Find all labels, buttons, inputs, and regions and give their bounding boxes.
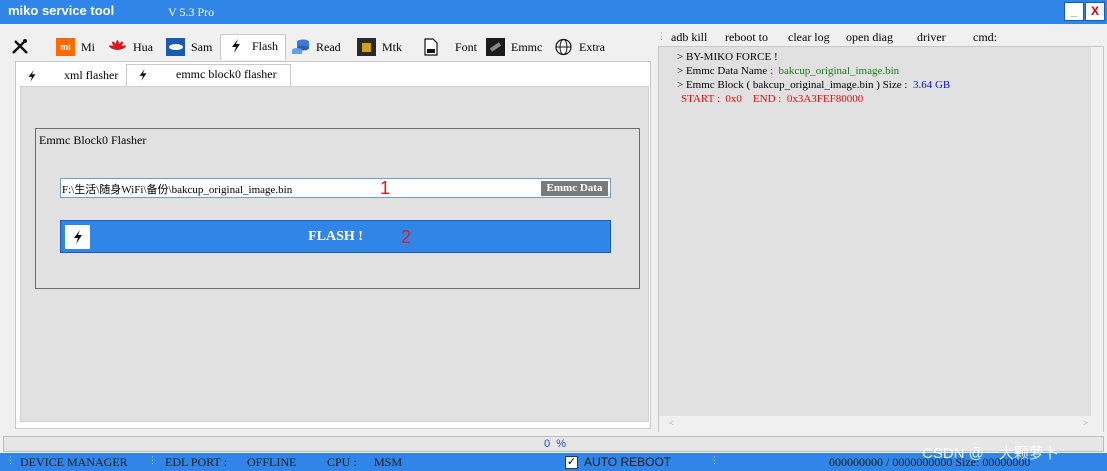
minimize-button[interactable]: _	[1064, 2, 1084, 21]
annotation-marker-2: 2	[401, 227, 412, 247]
tab-extra[interactable]: Extra	[554, 36, 612, 58]
lightning-icon	[226, 37, 245, 55]
log-line: > Emmc Block ( bakcup_original_image.bin…	[677, 79, 950, 91]
log-value: 0x3A3FEF80000	[786, 93, 864, 105]
auto-reboot-checkbox[interactable]: ✓	[565, 456, 578, 469]
driver-button[interactable]: driver	[917, 30, 946, 45]
grip-icon: ⋮	[148, 455, 157, 465]
tab-mtk-label: Mtk	[382, 40, 403, 54]
flash-button[interactable]: FLASH !	[60, 220, 611, 253]
globe-icon	[554, 38, 573, 56]
log-horizontal-scrollbar[interactable]: < >	[659, 416, 1103, 432]
log-value: 0x0	[725, 93, 742, 105]
edl-port-value: OFFLINE	[247, 455, 297, 469]
tab-font[interactable]: Font	[421, 36, 477, 58]
emmc-block0-group	[35, 128, 640, 289]
grip-icon: ⋮	[657, 31, 666, 41]
subtab-xml-flasher-label: xml flasher	[64, 68, 119, 82]
file-path-field[interactable]: F:\生活\随身WiFi\备份\bakcup_original_image.bi…	[60, 178, 611, 198]
grip-icon: ⋮	[6, 455, 15, 465]
file-path-text: F:\生活\随身WiFi\备份\bakcup_original_image.bi…	[62, 184, 293, 196]
database-icon	[291, 38, 310, 56]
reboot-to-button[interactable]: reboot to	[725, 30, 768, 45]
log-line: > Emmc Data Name : bakcup_original_image…	[677, 65, 899, 77]
tab-hua[interactable]: Hua	[108, 36, 162, 58]
tab-hua-label: Hua	[133, 40, 153, 54]
tab-read[interactable]: Read	[291, 36, 347, 58]
tab-emmc-label: Emmc	[511, 40, 543, 54]
tab-flash[interactable]: Flash	[220, 34, 286, 60]
tab-extra-label: Extra	[579, 40, 605, 54]
scroll-right-icon[interactable]: >	[1083, 418, 1088, 428]
cpu-label: CPU :	[327, 455, 357, 469]
main-tab-bar: mi Mi Hua Sam Flash Read Mtk Font Emmc E…	[6, 34, 651, 60]
adb-kill-button[interactable]: adb kill	[671, 30, 707, 45]
tab-mtk[interactable]: Mtk	[357, 36, 411, 58]
open-diag-button[interactable]: open diag	[846, 30, 893, 45]
title-bar: miko service tool V 5.3 Pro _ X	[0, 0, 1107, 24]
cmd-button[interactable]: cmd:	[973, 30, 997, 45]
grip-icon: ⋮	[710, 455, 719, 465]
edl-port-label: EDL PORT :	[165, 455, 227, 469]
log-value: bakcup_original_image.bin	[778, 65, 900, 77]
clear-log-button[interactable]: clear log	[788, 30, 830, 45]
app-title: miko service tool	[8, 3, 115, 18]
tab-sam[interactable]: Sam	[166, 36, 218, 58]
log-value: 3.64 GB	[912, 79, 951, 91]
command-bar: ⋮ adb kill reboot to clear log open diag…	[655, 29, 1106, 47]
xiaomi-logo-icon: mi	[56, 38, 75, 56]
log-line: > BY-MIKO FORCE !	[677, 51, 778, 63]
tab-emmc[interactable]: Emmc	[486, 36, 548, 58]
tab-tools[interactable]	[10, 36, 50, 58]
samsung-logo-icon	[166, 38, 185, 56]
ttf-file-icon	[421, 38, 440, 56]
progress-text: 0 %	[544, 438, 567, 450]
log-label: END :	[752, 93, 782, 105]
tab-mi-label: Mi	[81, 40, 96, 54]
log-label: > Emmc Block ( bakcup_original_image.bin…	[677, 79, 908, 91]
log-line: START : 0x0 END : 0x3A3FEF80000	[681, 93, 863, 105]
huawei-logo-icon	[108, 38, 127, 56]
tools-icon	[10, 38, 29, 56]
tab-font-label: Font	[455, 40, 478, 54]
group-title: Emmc Block0 Flasher	[39, 133, 147, 147]
flash-button-label: FLASH !	[308, 229, 363, 244]
tab-mi[interactable]: mi Mi	[56, 36, 104, 58]
annotation-marker-1: 1	[380, 178, 391, 198]
app-version: V 5.3 Pro	[168, 5, 215, 19]
auto-reboot-label: AUTO REBOOT	[584, 455, 672, 469]
watermark: CSDN @一大颗萝卜	[922, 445, 1059, 462]
device-manager-button[interactable]: DEVICE MANAGER	[20, 455, 128, 470]
log-panel: > BY-MIKO FORCE ! > Emmc Data Name : bak…	[658, 46, 1104, 432]
subtab-emmc-block0-flasher[interactable]: emmc block0 flasher	[126, 64, 291, 86]
tab-sam-label: Sam	[191, 40, 213, 54]
tab-read-label: Read	[316, 40, 341, 54]
tab-flash-label: Flash	[252, 39, 279, 53]
chip-icon	[357, 38, 376, 56]
scroll-left-icon[interactable]: <	[669, 418, 674, 428]
cpu-value: MSM	[374, 455, 403, 469]
subtab-emmc-block0-flasher-label: emmc block0 flasher	[176, 67, 277, 81]
log-label: > Emmc Data Name :	[677, 65, 774, 77]
log-vertical-scrollbar[interactable]	[1091, 47, 1103, 416]
log-label: START :	[681, 93, 720, 105]
emmc-chip-icon	[486, 38, 505, 56]
emmc-data-button[interactable]: Emmc Data	[541, 181, 608, 196]
subtab-xml-flasher[interactable]: xml flasher	[22, 64, 122, 86]
close-button[interactable]: X	[1085, 2, 1105, 21]
